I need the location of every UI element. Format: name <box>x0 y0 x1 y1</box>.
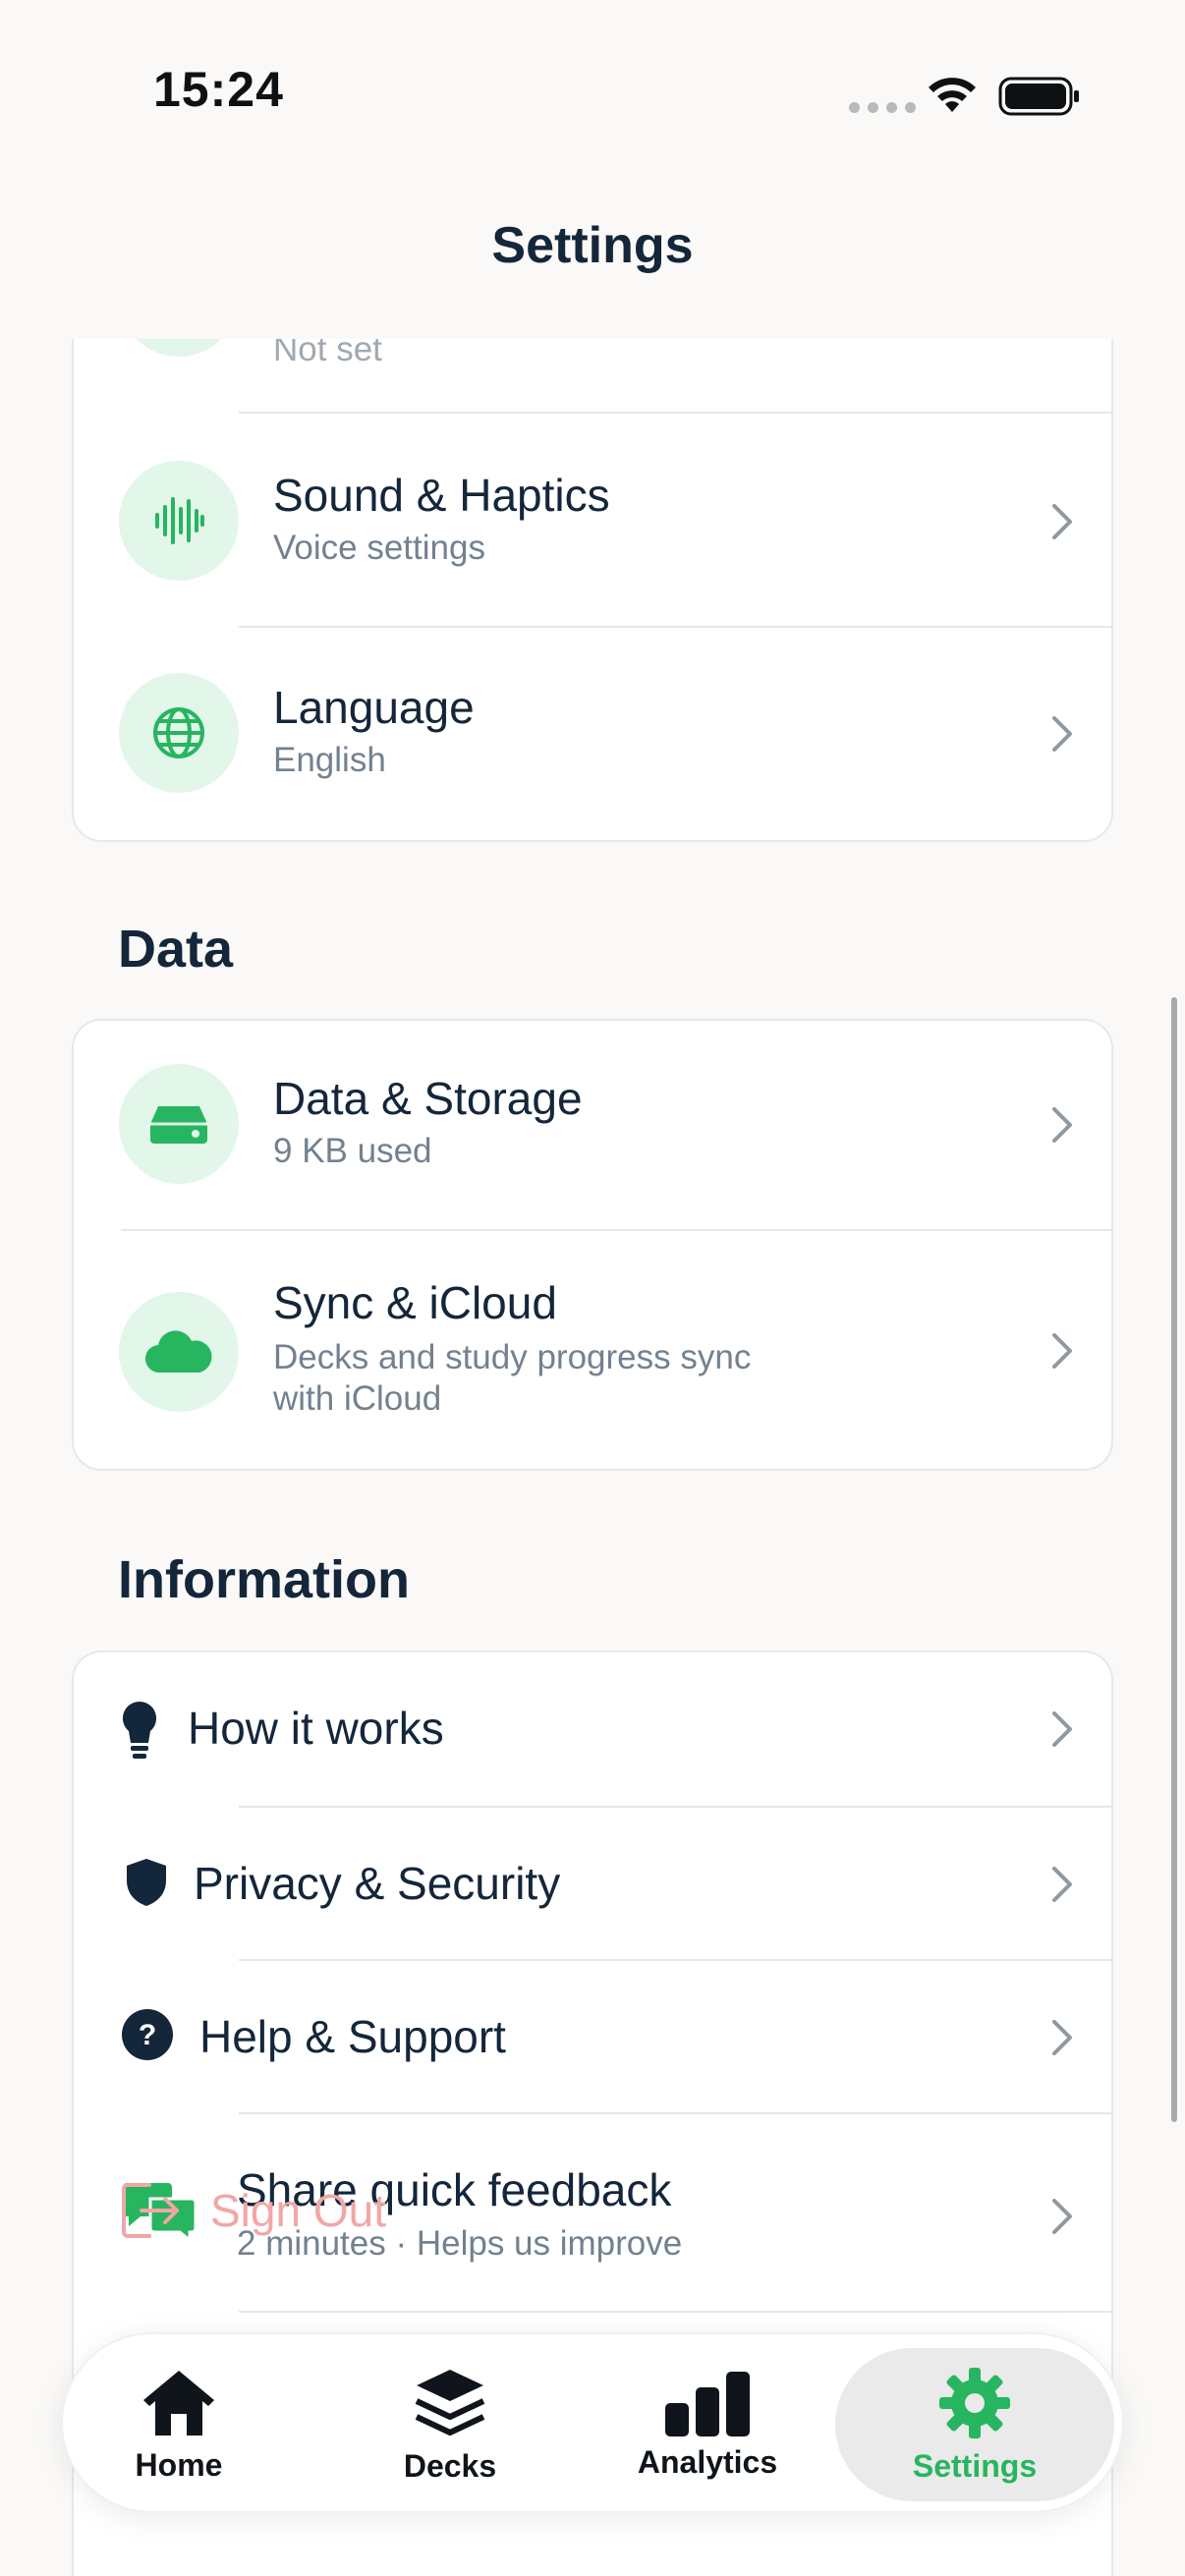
privacy-security-title: Privacy & Security <box>194 1858 561 1909</box>
language-row[interactable]: Language English <box>74 628 1111 840</box>
chevron-right-icon <box>1052 1867 1072 1902</box>
help-support-title: Help & Support <box>199 2011 506 2062</box>
chevron-right-icon <box>1052 2020 1072 2055</box>
data-storage-subtitle: 9 KB used <box>273 1132 432 1170</box>
data-storage-title: Data & Storage <box>273 1073 583 1124</box>
tab-analytics[interactable]: Analytics <box>621 2334 794 2515</box>
language-subtitle: English <box>273 741 386 779</box>
tab-bar: Home Decks Analytics Settings <box>61 2332 1124 2513</box>
question-icon: ? <box>122 2009 173 2060</box>
language-title: Language <box>273 682 475 733</box>
shield-icon <box>127 1859 166 1906</box>
settings-scroll-content[interactable]: Not set Sound & Haptics Voice settings L… <box>0 339 1185 2576</box>
data-section-header: Data <box>118 920 234 979</box>
data-card: Data & Storage 9 KB used Sync & iCloud D… <box>72 1019 1113 1471</box>
chevron-right-icon <box>1052 1711 1072 1747</box>
tab-decks[interactable]: Decks <box>364 2334 536 2515</box>
tab-analytics-label: Analytics <box>637 2443 778 2480</box>
settings-screen: 15:24 Settings Not set Sound & Haptics V… <box>0 0 1185 2576</box>
sound-haptics-row[interactable]: Sound & Haptics Voice settings <box>74 414 1111 628</box>
chevron-right-icon <box>1052 1107 1072 1143</box>
how-it-works-title: How it works <box>188 1703 444 1754</box>
sync-icloud-title: Sync & iCloud <box>273 1277 557 1328</box>
tab-home[interactable]: Home <box>92 2334 265 2515</box>
waveform-icon <box>119 461 239 581</box>
svg-text:?: ? <box>139 2019 156 2051</box>
how-it-works-row[interactable]: How it works <box>74 1652 1111 1808</box>
wifi-icon <box>929 78 976 112</box>
tab-home-label: Home <box>135 2446 223 2483</box>
scroll-indicator <box>1171 997 1177 2122</box>
preferences-card: Not set Sound & Haptics Voice settings L… <box>72 339 1113 842</box>
sync-icloud-subtitle-line1: Decks and study progress sync <box>273 1338 752 1376</box>
help-support-row[interactable]: ? Help & Support <box>74 1961 1111 2114</box>
chevron-right-icon <box>1052 2199 1072 2234</box>
chevron-right-icon <box>1052 1333 1072 1369</box>
lightbulb-icon <box>122 1701 157 1759</box>
partial-row[interactable]: Not set <box>74 339 1111 414</box>
cellular-signal-icon <box>849 102 916 113</box>
data-storage-row[interactable]: Data & Storage 9 KB used <box>74 1021 1111 1231</box>
tab-settings[interactable]: Settings <box>835 2348 1114 2501</box>
globe-icon <box>119 673 239 793</box>
drive-icon <box>119 1064 239 1184</box>
status-bar: 15:24 <box>0 0 1185 187</box>
partial-row-icon <box>119 339 239 357</box>
cloud-icon <box>119 1292 239 1412</box>
house-icon <box>143 2370 214 2436</box>
bar-chart-icon <box>665 2371 750 2436</box>
sync-icloud-row[interactable]: Sync & iCloud Decks and study progress s… <box>74 1231 1111 1469</box>
sound-haptics-subtitle: Voice settings <box>273 529 485 567</box>
battery-icon <box>998 77 1079 116</box>
status-time: 15:24 <box>153 62 284 117</box>
privacy-security-row[interactable]: Privacy & Security <box>74 1808 1111 1961</box>
chevron-right-icon <box>1052 716 1072 752</box>
sync-icloud-subtitle-line2: with iCloud <box>273 1379 442 1418</box>
information-section-header: Information <box>118 1550 410 1609</box>
sign-out-icon <box>122 2183 179 2238</box>
page-title: Settings <box>491 217 694 274</box>
tab-decks-label: Decks <box>403 2447 497 2484</box>
chevron-right-icon <box>1052 504 1072 539</box>
sign-out-button[interactable]: Sign Out <box>210 2184 386 2237</box>
stack-icon <box>415 2369 485 2436</box>
sound-haptics-title: Sound & Haptics <box>273 470 610 521</box>
partial-row-subtitle: Not set <box>273 339 382 368</box>
tab-settings-label: Settings <box>912 2447 1038 2484</box>
gear-icon <box>939 2367 1010 2438</box>
